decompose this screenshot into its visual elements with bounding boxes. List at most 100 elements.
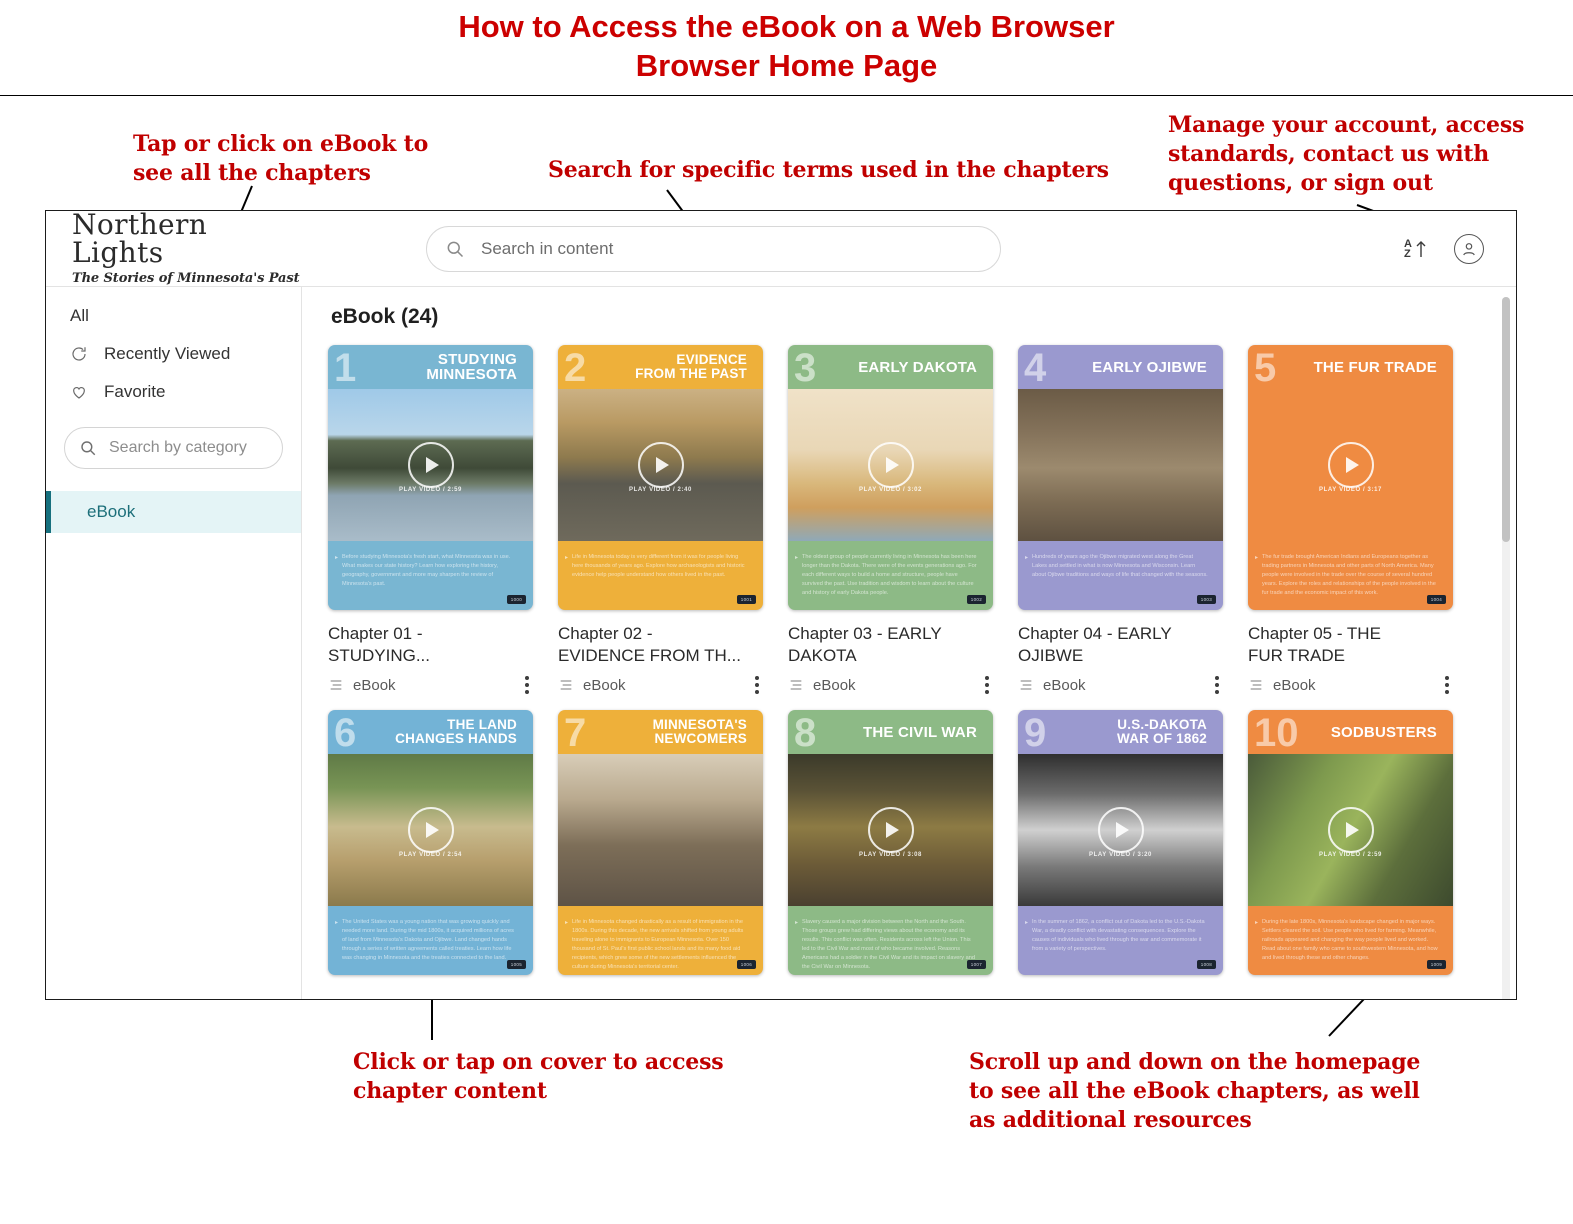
card-grid-row-2: 6 THE LAND CHANGES HANDS PLAY VIDEO / 2:… (328, 710, 1516, 975)
more-options-icon[interactable] (1215, 676, 1223, 694)
cover-badge: 1003 (1196, 595, 1216, 604)
book-card[interactable]: 2 EVIDENCE FROM THE PAST PLAY VIDEO / 2:… (558, 345, 763, 694)
cover-badge: 1008 (1196, 960, 1216, 969)
play-video-icon[interactable] (1327, 807, 1374, 853)
recently-viewed-icon (70, 345, 104, 363)
cover-blurb: ▸ The United States was a young nation t… (328, 906, 533, 963)
play-video-label: PLAY VIDEO / 2:54 (399, 852, 462, 858)
card-meta: eBook (1018, 676, 1223, 694)
sort-letter-top: A (1404, 237, 1412, 250)
sort-az-ascending-icon[interactable]: A Z (1404, 237, 1428, 261)
cover-blurb-text: During the late 1800s, Minnesota's lands… (1262, 919, 1438, 961)
card-meta-label: eBook (813, 676, 856, 694)
cover-badge: 1006 (736, 960, 756, 969)
book-cover[interactable]: 9 U.S.-DAKOTA WAR OF 1862 PLAY VIDEO / 3… (1018, 710, 1223, 975)
cover-header: 9 U.S.-DAKOTA WAR OF 1862 (1018, 710, 1223, 754)
cover-header: 3 EARLY DAKOTA (788, 345, 993, 389)
book-cover[interactable]: 4 EARLY OJIBWE ▸ Hundreds of years ago t… (1018, 345, 1223, 610)
more-options-icon[interactable] (985, 676, 993, 694)
more-options-icon[interactable] (525, 676, 533, 694)
annotation-account: Manage your account, access standards, c… (1168, 112, 1525, 197)
book-card[interactable]: 1 STUDYING MINNESOTA PLAY VIDEO / 2:59 ▸… (328, 345, 533, 694)
cover-blurb: ▸ Hundreds of years ago the Ojibwe migra… (1018, 541, 1223, 580)
cover-image (1018, 389, 1223, 541)
cover-image: PLAY VIDEO / 2:59 (1248, 754, 1453, 906)
book-cover[interactable]: 5 THE FUR TRADE PLAY VIDEO / 3:17 ▸ The … (1248, 345, 1453, 610)
sidebar-item-all[interactable]: All (46, 297, 301, 335)
book-cover[interactable]: 6 THE LAND CHANGES HANDS PLAY VIDEO / 2:… (328, 710, 533, 975)
book-cover[interactable]: 2 EVIDENCE FROM THE PAST PLAY VIDEO / 2:… (558, 345, 763, 610)
cover-blurb-text: Life in Minnesota today is very differen… (572, 554, 745, 578)
book-cover[interactable]: 3 EARLY DAKOTA PLAY VIDEO / 3:02 ▸ The o… (788, 345, 993, 610)
book-card[interactable]: 10 SODBUSTERS PLAY VIDEO / 2:59 ▸ During… (1248, 710, 1453, 975)
card-meta: eBook (788, 676, 993, 694)
cover-image: PLAY VIDEO / 3:08 (788, 754, 993, 906)
book-card[interactable]: 3 EARLY DAKOTA PLAY VIDEO / 3:02 ▸ The o… (788, 345, 993, 694)
book-cover[interactable]: 1 STUDYING MINNESOTA PLAY VIDEO / 2:59 ▸… (328, 345, 533, 610)
more-options-icon[interactable] (1445, 676, 1453, 694)
search-input[interactable] (479, 237, 982, 260)
cover-blurb: ▸ Slavery caused a major division betwee… (788, 906, 993, 972)
book-card[interactable]: 5 THE FUR TRADE PLAY VIDEO / 3:17 ▸ The … (1248, 345, 1453, 694)
card-title[interactable]: Chapter 03 - EARLY DAKOTA (788, 623, 993, 667)
annotation-scroll: Scroll up and down on the homepage to se… (969, 1049, 1421, 1134)
card-title[interactable]: Chapter 05 - THE FUR TRADE (1248, 623, 1453, 667)
play-video-icon[interactable] (867, 807, 914, 853)
cover-blurb: ▸ Life in Minnesota changed drastically … (558, 906, 763, 972)
brand-logo[interactable]: Northern Lights The Stories of Minnesota… (72, 211, 302, 286)
card-title[interactable]: Chapter 04 - EARLY OJIBWE (1018, 623, 1223, 667)
more-options-icon[interactable] (755, 676, 763, 694)
bullet-icon: ▸ (1025, 920, 1029, 926)
book-card[interactable]: 7 MINNESOTA'S NEWCOMERS ▸ Life in Minnes… (558, 710, 763, 975)
play-video-icon[interactable] (1327, 442, 1374, 488)
list-icon (558, 677, 574, 693)
cover-badge: 1001 (736, 595, 756, 604)
list-icon (788, 677, 804, 693)
book-card[interactable]: 9 U.S.-DAKOTA WAR OF 1862 PLAY VIDEO / 3… (1018, 710, 1223, 975)
cover-number: 3 (794, 346, 817, 390)
cover-number: 7 (564, 711, 587, 755)
book-cover[interactable]: 7 MINNESOTA'S NEWCOMERS ▸ Life in Minnes… (558, 710, 763, 975)
book-card[interactable]: 4 EARLY OJIBWE ▸ Hundreds of years ago t… (1018, 345, 1223, 694)
book-cover[interactable]: 10 SODBUSTERS PLAY VIDEO / 2:59 ▸ During… (1248, 710, 1453, 975)
bullet-icon: ▸ (1025, 555, 1029, 561)
card-meta: eBook (1248, 676, 1453, 694)
card-title[interactable]: Chapter 02 - EVIDENCE FROM TH... (558, 623, 763, 667)
play-video-icon[interactable] (1097, 807, 1144, 853)
sidebar-item-recently-viewed[interactable]: Recently Viewed (46, 335, 301, 373)
scrollbar-thumb[interactable] (1502, 297, 1510, 542)
cover-image: PLAY VIDEO / 2:54 (328, 754, 533, 906)
user-account-icon[interactable] (1454, 233, 1484, 264)
play-video-label: PLAY VIDEO / 2:40 (629, 487, 692, 493)
cover-title: STUDYING MINNESOTA (426, 351, 517, 383)
card-title[interactable]: Chapter 01 - STUDYING... (328, 623, 533, 667)
card-meta-label: eBook (1273, 676, 1316, 694)
cover-badge: 1005 (506, 960, 526, 969)
book-card[interactable]: 8 THE CIVIL WAR PLAY VIDEO / 3:08 ▸ Slav… (788, 710, 993, 975)
book-cover[interactable]: 8 THE CIVIL WAR PLAY VIDEO / 3:08 ▸ Slav… (788, 710, 993, 975)
bullet-icon: ▸ (795, 555, 799, 561)
sidebar-item-label: Recently Viewed (104, 344, 231, 363)
cover-badge: 1000 (506, 595, 526, 604)
book-card[interactable]: 6 THE LAND CHANGES HANDS PLAY VIDEO / 2:… (328, 710, 533, 975)
cover-title: THE LAND CHANGES HANDS (395, 717, 517, 746)
play-video-icon[interactable] (407, 442, 454, 488)
cover-blurb-text: The fur trade brought American Indians a… (1262, 554, 1436, 596)
search-box[interactable] (426, 225, 1001, 272)
sidebar-item-label: Favorite (104, 382, 166, 401)
cover-header: 1 STUDYING MINNESOTA (328, 345, 533, 389)
sidebar-item-favorite[interactable]: Favorite (46, 373, 301, 411)
list-icon (328, 677, 344, 693)
content-scrollbar[interactable] (1502, 297, 1510, 999)
annotation-search: Search for specific terms used in the ch… (548, 157, 1109, 183)
brand-title: Northern Lights (72, 210, 208, 269)
card-meta-label: eBook (353, 676, 396, 694)
category-search-input[interactable] (107, 438, 268, 458)
play-video-icon[interactable] (407, 807, 454, 853)
play-video-icon[interactable] (637, 442, 684, 488)
play-video-icon[interactable] (867, 442, 914, 488)
header-actions: A Z (1404, 233, 1490, 264)
sidebar-item-ebook[interactable]: eBook (46, 491, 301, 533)
category-search-box[interactable] (64, 427, 283, 469)
cover-blurb-text: Life in Minnesota changed drastically as… (572, 919, 744, 970)
